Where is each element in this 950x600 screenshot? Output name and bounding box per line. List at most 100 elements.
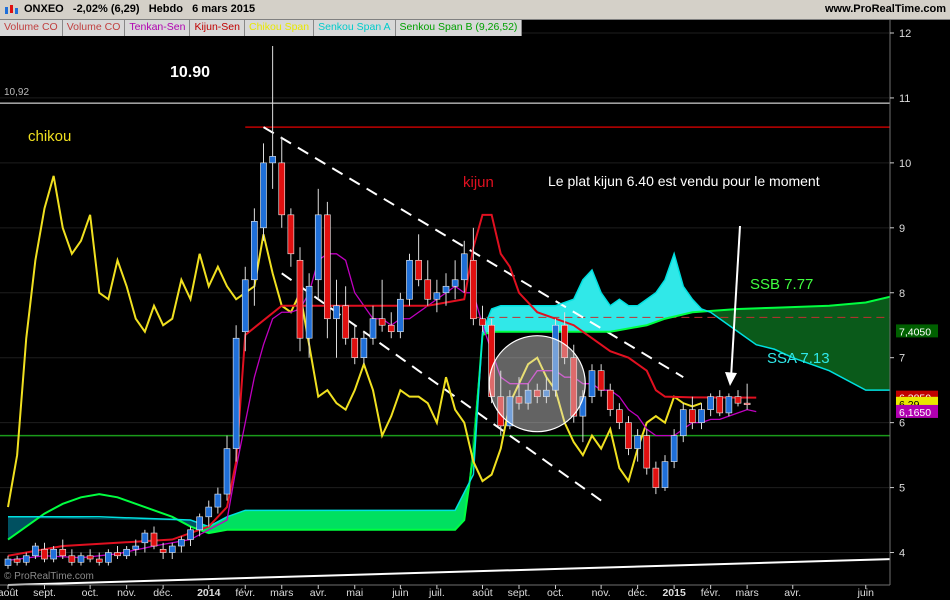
x-tick-label: nov. <box>117 587 136 599</box>
x-tick-label: mars <box>735 587 758 599</box>
title-bar: ONXEO -2,02% (6,29) Hebdo 6 mars 2015 ww… <box>0 0 950 20</box>
candle <box>132 545 140 550</box>
candle <box>32 545 39 557</box>
candle <box>433 292 441 300</box>
x-tick-label: févr. <box>701 587 721 599</box>
y-axis-background <box>890 20 950 600</box>
candle <box>50 548 57 560</box>
candle <box>324 214 331 320</box>
candle <box>314 214 322 281</box>
candle <box>251 221 258 281</box>
x-tick-label: nov. <box>592 587 611 599</box>
candle <box>360 337 368 359</box>
legend-item[interactable]: Chikou Span <box>244 20 315 36</box>
candle <box>287 214 295 255</box>
candle <box>406 259 413 300</box>
price-chart[interactable]: 4567891011127,40506,38506,296,1650aoûtse… <box>0 0 950 600</box>
candle <box>652 467 660 488</box>
candle <box>150 532 158 547</box>
x-tick-label: mars <box>270 587 293 599</box>
candle <box>278 162 286 216</box>
y-tick-label: 4 <box>899 548 905 560</box>
x-tick-label: déc. <box>628 587 648 599</box>
y-tick-label: 10 <box>899 158 911 170</box>
y-tick-label: 11 <box>899 93 910 105</box>
candle <box>698 409 705 423</box>
comment-label: Le plat kijun 6.40 est vendu pour le mom… <box>548 173 820 189</box>
candle <box>424 279 432 300</box>
x-tick-label: sept. <box>508 587 531 599</box>
legend-item[interactable]: Senkou Span B (9,26,52) <box>395 20 523 36</box>
candle <box>22 555 30 563</box>
candle <box>123 548 130 557</box>
candle <box>196 516 203 531</box>
candle <box>634 435 641 449</box>
x-tick-label: avr. <box>784 587 801 599</box>
candle <box>725 396 733 414</box>
y-tick-label: 8 <box>899 288 905 300</box>
legend-item[interactable]: Volume CO <box>62 20 126 36</box>
candle <box>616 409 623 423</box>
x-tick-label: août <box>0 587 18 599</box>
candle <box>4 558 12 566</box>
candle <box>734 396 742 404</box>
x-tick-label: juin <box>391 587 409 599</box>
y-tick-label: 7 <box>899 353 905 365</box>
website-link[interactable]: www.ProRealTime.com <box>825 3 946 15</box>
date: 6 mars 2015 <box>192 3 256 15</box>
x-tick-label: 2014 <box>197 587 221 599</box>
candle <box>241 279 249 333</box>
y-tick-label: 12 <box>899 28 911 40</box>
x-tick-label: avr. <box>310 587 327 599</box>
candle <box>625 422 632 449</box>
legend-item[interactable]: Kijun-Sen <box>190 20 245 36</box>
price-tag-text: 6,1650 <box>899 407 931 419</box>
legend-item[interactable]: Senkou Span A <box>314 20 396 36</box>
candle <box>679 409 687 436</box>
candle <box>168 545 176 553</box>
chart-info: ONXEO -2,02% (6,29) Hebdo 6 mars 2015 <box>24 3 255 15</box>
price-tag-text: 7,4050 <box>899 326 931 338</box>
candle <box>333 305 340 320</box>
candle <box>260 162 267 229</box>
candle <box>214 493 222 508</box>
candle <box>269 156 276 164</box>
candle <box>397 298 404 333</box>
x-tick-label: mai <box>346 587 363 599</box>
candle <box>470 259 477 320</box>
candle <box>588 370 596 397</box>
candle <box>689 409 696 423</box>
candlestick-logo-icon <box>5 5 18 14</box>
candle <box>114 552 121 557</box>
ssa-label: SSA 7.13 <box>767 350 830 367</box>
candle <box>105 552 112 563</box>
candle <box>86 555 94 560</box>
x-tick-label: juin <box>857 587 875 599</box>
legend-item[interactable]: Tenkan-Sen <box>125 20 191 36</box>
ticker: ONXEO <box>24 3 64 15</box>
candle <box>95 558 103 563</box>
chart-window: 4567891011127,40506,38506,296,1650aoûtse… <box>0 0 950 600</box>
candle <box>597 370 605 391</box>
candle <box>707 396 714 410</box>
candle <box>451 279 459 287</box>
candle <box>351 337 359 359</box>
candle <box>442 285 450 294</box>
candle <box>661 461 669 488</box>
legend-item[interactable]: Volume CO <box>0 20 63 36</box>
candle <box>77 555 85 563</box>
period: Hebdo <box>148 3 183 15</box>
candle <box>159 548 167 553</box>
candle <box>223 448 231 495</box>
x-tick-label: 2015 <box>662 587 686 599</box>
candle <box>187 529 194 540</box>
candle <box>415 259 422 281</box>
candle <box>643 435 651 469</box>
x-tick-label: déc. <box>153 587 173 599</box>
candle <box>205 506 213 518</box>
y-tick-label: 5 <box>899 483 905 495</box>
y-tick-label: 9 <box>899 223 905 235</box>
ssb-label: SSB 7.77 <box>750 276 813 293</box>
candle <box>41 548 48 560</box>
watermark: © ProRealTime.com <box>4 571 94 582</box>
